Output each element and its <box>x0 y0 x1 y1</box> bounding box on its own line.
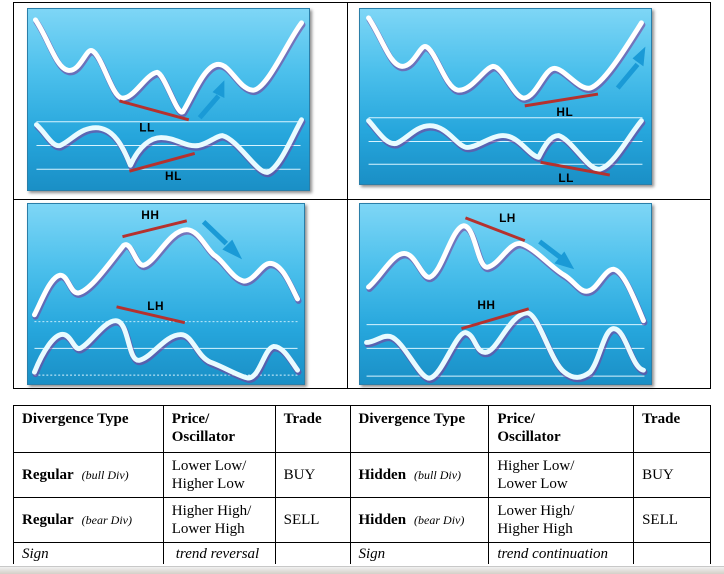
diagram-hidden-bear: LH HH <box>359 203 652 385</box>
divergence-table: Divergence Type Price/Oscillator Trade D… <box>13 405 711 564</box>
sign-value: trend continuation <box>488 542 635 564</box>
table-header-row: Divergence Type Price/Oscillator Trade D… <box>13 405 711 453</box>
grid-divider-vertical <box>347 3 348 388</box>
empty-cell <box>274 542 351 564</box>
oscillator-line <box>33 117 305 175</box>
sign-label: Sign <box>349 542 490 564</box>
empty-cell <box>633 542 711 564</box>
price-line <box>366 223 646 324</box>
price-oscillator-cell: Lower Low/Higher Low <box>162 452 276 498</box>
oscillator-label: LL <box>558 171 573 184</box>
sign-label: Sign <box>13 542 164 564</box>
oscillator-label: LH <box>147 299 164 313</box>
table-row: Regular (bear Div) Higher High/Lower High… <box>13 497 711 543</box>
price-label: HL <box>556 105 573 119</box>
price-label: HH <box>141 208 159 222</box>
price-label: LL <box>139 121 154 135</box>
price-oscillator-cell: Higher High/Lower High <box>162 497 276 543</box>
oscillator-line <box>366 118 644 172</box>
header-price-oscillator: Price/Oscillator <box>488 405 635 453</box>
trade-cell: SELL <box>274 497 351 543</box>
arrow-up-icon <box>197 80 225 120</box>
divergence-type-cell: Regular (bull Div) <box>13 452 164 498</box>
price-label: LH <box>499 211 516 225</box>
grid-divider-horizontal <box>14 199 710 200</box>
arrow-down-icon <box>538 239 575 270</box>
price-oscillator-cell: Higher Low/Lower Low <box>488 452 635 498</box>
header-price-oscillator: Price/Oscillator <box>162 405 276 453</box>
oscillator-label: HH <box>477 298 495 312</box>
price-line <box>31 227 301 318</box>
header-divergence-type: Divergence Type <box>13 405 164 453</box>
hidden-bull-svg: HL LL <box>366 15 646 184</box>
regular-bear-svg: HH LH <box>31 208 302 384</box>
price-line <box>32 17 305 115</box>
oscillator-line <box>364 310 646 381</box>
hidden-bear-svg: LH HH <box>364 211 648 384</box>
divergence-type-cell: Hidden (bull Div) <box>349 452 490 498</box>
diagram-regular-bear: HH LH <box>27 203 305 385</box>
price-oscillator-cell: Lower High/Higher High <box>488 497 635 543</box>
header-trade: Trade <box>633 405 711 453</box>
oscillator-line-shadow <box>34 118 306 178</box>
diagram-regular-bull: LL HL <box>27 8 310 191</box>
table-row: Regular (bull Div) Lower Low/Higher Low B… <box>13 452 711 498</box>
header-trade: Trade <box>274 405 351 453</box>
trade-cell: BUY <box>274 452 351 498</box>
regular-bull-svg: LL HL <box>32 17 306 183</box>
header-divergence-type: Divergence Type <box>349 405 490 453</box>
divergence-type-cell: Regular (bear Div) <box>13 497 164 543</box>
divergence-type-cell: Hidden (bear Div) <box>349 497 490 543</box>
table-sign-row: Sign trend reversal Sign trend continuat… <box>13 542 711 564</box>
trade-cell: BUY <box>633 452 711 498</box>
sign-value: trend reversal <box>162 542 276 564</box>
trade-cell: SELL <box>633 497 711 543</box>
oscillator-label: HL <box>165 169 182 183</box>
diagram-hidden-bull: HL LL <box>359 8 652 185</box>
